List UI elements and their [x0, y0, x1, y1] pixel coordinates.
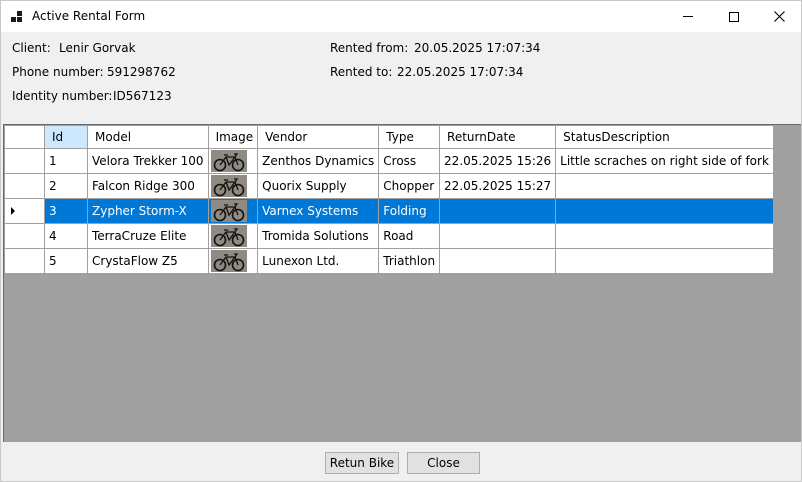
cell-model[interactable]: Falcon Ridge 300 [87, 173, 209, 199]
cell-type[interactable]: Chopper [378, 173, 441, 199]
cell-vendor[interactable]: Quorix Supply [257, 173, 380, 199]
bike-image-icon [210, 250, 247, 272]
rented-to-label: Rented to: [330, 65, 393, 79]
cell-id[interactable]: 5 [44, 248, 88, 274]
row-header[interactable] [4, 223, 45, 249]
minimize-button[interactable] [665, 1, 711, 32]
cell-type[interactable]: Cross [378, 148, 441, 174]
cell-image[interactable] [207, 223, 259, 249]
cell-status[interactable]: Little scraches on right side of fork [555, 148, 774, 174]
bike-image-icon [210, 225, 247, 247]
cell-return-date[interactable]: 22.05.2025 15:27 [439, 173, 557, 199]
column-header-status-description[interactable]: StatusDescription [555, 125, 774, 149]
table-row[interactable]: 1 Velora Trekker 100 Zenthos Dynamics Cr… [4, 148, 774, 174]
rental-table: Id Model Image Vendor Type ReturnDate St… [4, 125, 774, 274]
table-row[interactable]: 2 Falcon Ridge 300 Quorix Supply Chopper… [4, 173, 774, 199]
cell-vendor[interactable]: Tromida Solutions [257, 223, 380, 249]
cell-type[interactable]: Triathlon [378, 248, 441, 274]
table-row-selected[interactable]: 3 Zypher Storm-X Varnex Systems Folding [4, 198, 774, 224]
cell-type[interactable]: Folding [378, 198, 441, 224]
row-header[interactable] [4, 148, 45, 174]
cell-type[interactable]: Road [378, 223, 441, 249]
rented-from-label: Rented from: [330, 41, 409, 55]
column-header-vendor[interactable]: Vendor [257, 125, 380, 149]
bike-image-icon [210, 175, 247, 197]
close-icon [773, 11, 785, 22]
table-row[interactable]: 4 TerraCruze Elite Tromida Solutions Roa… [4, 223, 774, 249]
row-header[interactable] [4, 173, 45, 199]
cell-status[interactable] [555, 173, 774, 199]
client-label: Client: [12, 41, 51, 55]
cell-return-date[interactable]: 22.05.2025 15:26 [439, 148, 557, 174]
column-header-type[interactable]: Type [378, 125, 441, 149]
cell-status[interactable] [555, 198, 774, 224]
cell-id[interactable]: 1 [44, 148, 88, 174]
identity-value: ID567123 [113, 89, 172, 103]
cell-vendor[interactable]: Lunexon Ltd. [257, 248, 380, 274]
return-bike-button[interactable]: Retun Bike [325, 452, 399, 474]
cell-model[interactable]: TerraCruze Elite [87, 223, 209, 249]
cell-id[interactable]: 4 [44, 223, 88, 249]
window-title: Active Rental Form [32, 9, 146, 23]
app-icon [11, 11, 23, 23]
cell-vendor[interactable]: Varnex Systems [257, 198, 380, 224]
row-header[interactable] [4, 248, 45, 274]
cell-model[interactable]: Zypher Storm-X [87, 198, 209, 224]
maximize-button[interactable] [711, 1, 757, 32]
cell-status[interactable] [555, 223, 774, 249]
cell-vendor[interactable]: Zenthos Dynamics [257, 148, 380, 174]
column-header-model[interactable]: Model [87, 125, 209, 149]
row-header-corner[interactable] [4, 125, 45, 149]
cell-image[interactable] [207, 148, 259, 174]
bike-image-icon [210, 200, 247, 222]
active-rental-window: Active Rental Form Client: Lenir Gorvak … [0, 0, 802, 482]
cell-return-date[interactable] [439, 248, 557, 274]
column-header-id[interactable]: Id [44, 125, 88, 149]
maximize-icon [729, 11, 739, 22]
cell-model[interactable]: CrystaFlow Z5 [87, 248, 209, 274]
cell-image[interactable] [207, 248, 259, 274]
rented-from-value: 20.05.2025 17:07:34 [414, 41, 541, 55]
client-value: Lenir Gorvak [59, 41, 136, 55]
title-bar[interactable]: Active Rental Form [1, 1, 801, 32]
cell-image[interactable] [207, 198, 259, 224]
close-window-button[interactable] [756, 1, 802, 32]
current-row-arrow-icon [11, 207, 15, 215]
phone-label: Phone number: [12, 65, 104, 79]
cell-image[interactable] [207, 173, 259, 199]
bike-image-icon [210, 150, 247, 172]
row-header[interactable] [4, 198, 45, 224]
column-header-return-date[interactable]: ReturnDate [439, 125, 557, 149]
cell-model[interactable]: Velora Trekker 100 [87, 148, 209, 174]
cell-return-date[interactable] [439, 223, 557, 249]
rented-to-value: 22.05.2025 17:07:34 [397, 65, 524, 79]
cell-id[interactable]: 2 [44, 173, 88, 199]
column-header-image[interactable]: Image [207, 125, 259, 149]
table-row[interactable]: 5 CrystaFlow Z5 Lunexon Ltd. Triathlon [4, 248, 774, 274]
rental-data-grid[interactable]: Id Model Image Vendor Type ReturnDate St… [3, 124, 801, 442]
header-row: Id Model Image Vendor Type ReturnDate St… [4, 125, 774, 149]
phone-value: 591298762 [107, 65, 176, 79]
cell-return-date[interactable] [439, 198, 557, 224]
minimize-icon [683, 16, 693, 17]
cell-id[interactable]: 3 [44, 198, 88, 224]
cell-status[interactable] [555, 248, 774, 274]
close-button[interactable]: Close [407, 452, 480, 474]
identity-label: Identity number: [12, 89, 113, 103]
